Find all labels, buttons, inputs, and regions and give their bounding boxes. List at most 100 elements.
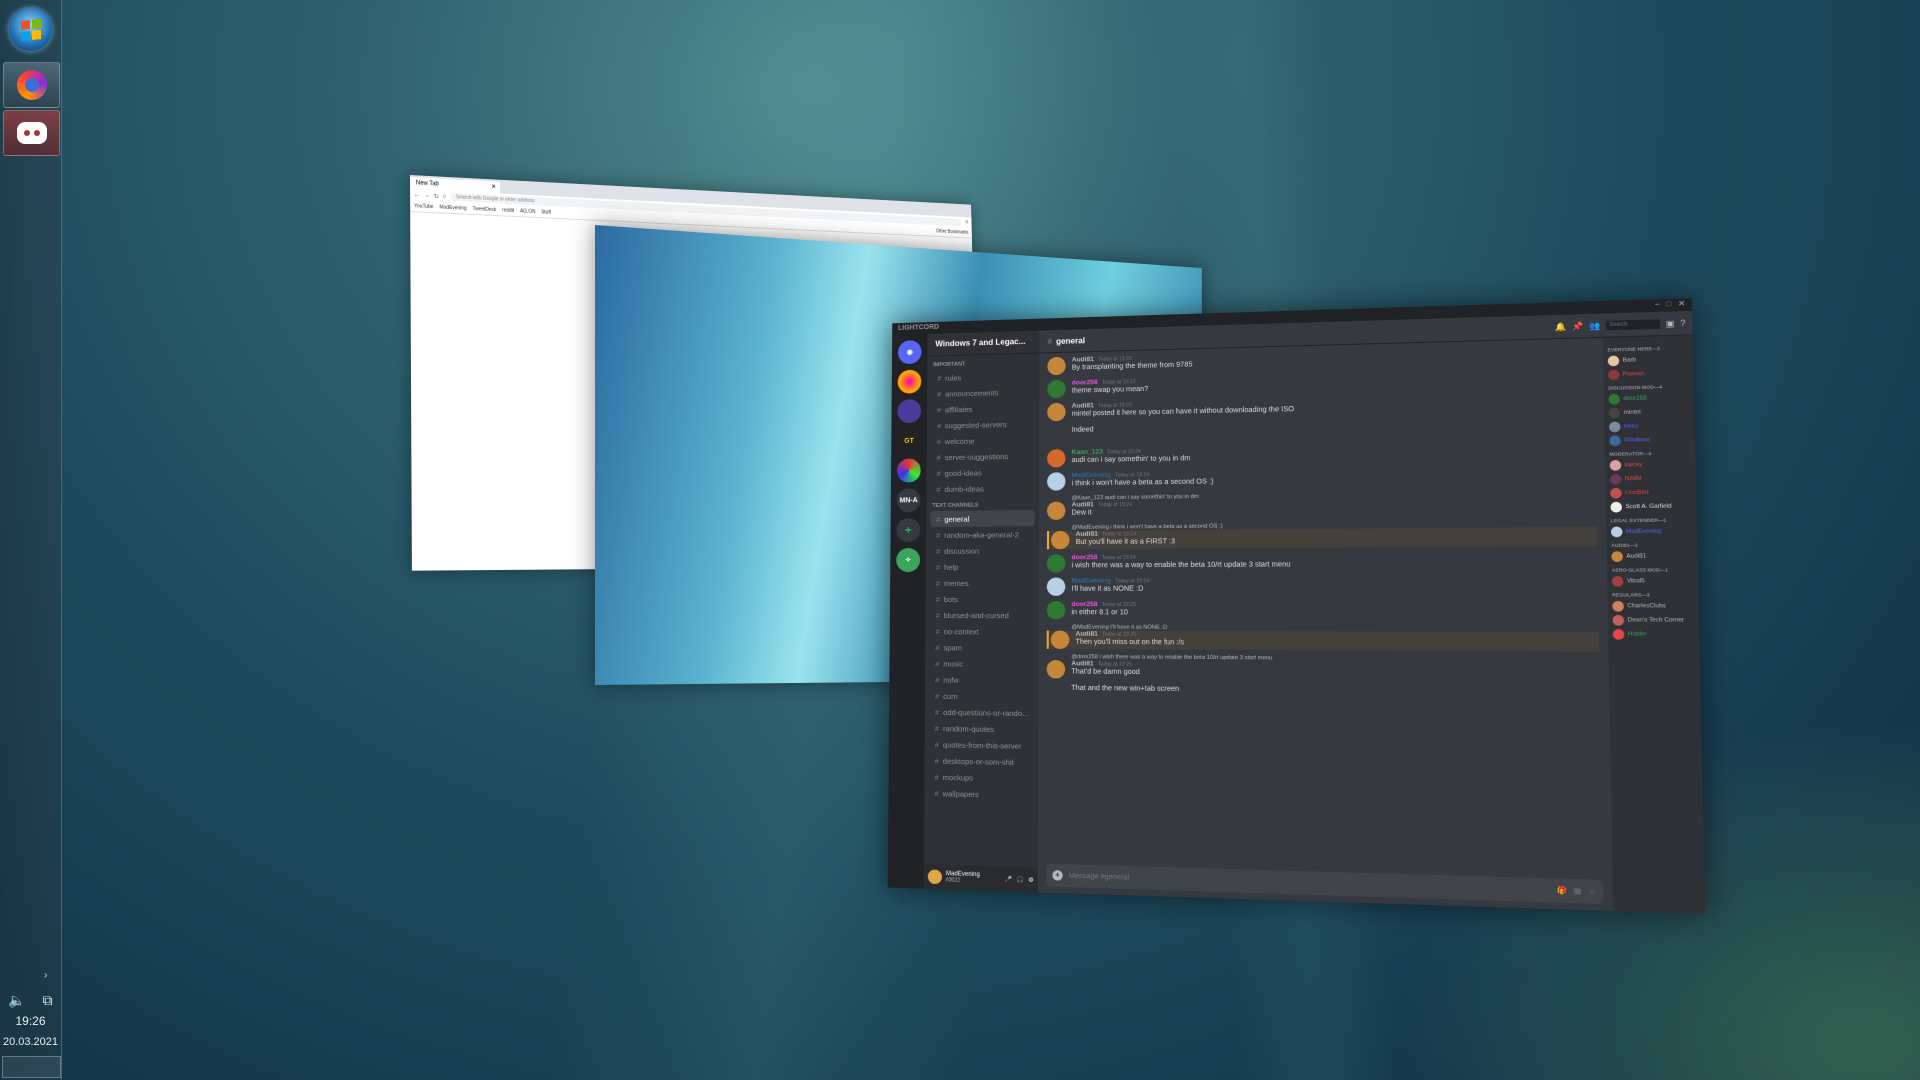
member-item[interactable]: Vitral5	[1611, 576, 1694, 587]
avatar[interactable]	[1046, 600, 1066, 620]
member-item[interactable]: LionBird	[1610, 487, 1691, 499]
clock-time[interactable]: 19:26	[0, 1014, 61, 1028]
channel-spam[interactable]: # spam	[925, 639, 1038, 656]
member-item[interactable]: Barb	[1607, 354, 1689, 367]
server-icon[interactable]: GT	[897, 428, 921, 453]
member-item[interactable]: MadEvening	[1610, 526, 1693, 538]
message-author[interactable]: MadEvening	[1072, 472, 1111, 480]
avatar[interactable]	[1047, 472, 1066, 491]
avatar[interactable]	[1047, 449, 1066, 468]
message-author[interactable]: Audi81	[1071, 660, 1093, 667]
message-author[interactable]: door258	[1072, 379, 1098, 387]
member-item[interactable]: Scott A. Garfield	[1610, 501, 1691, 513]
explore-servers-icon[interactable]: ✧	[896, 548, 921, 573]
emoji-icon[interactable]: ☺	[1588, 888, 1603, 896]
show-desktop-button[interactable]	[2, 1056, 61, 1078]
search-input[interactable]: Search	[1605, 318, 1661, 330]
gif-icon[interactable]: ▦	[1574, 887, 1582, 896]
member-item[interactable]: Audi81	[1611, 551, 1693, 563]
back-icon[interactable]: ←	[414, 192, 420, 198]
server-icon[interactable]	[896, 458, 921, 483]
taskbar-discord-button[interactable]	[3, 110, 60, 156]
member-item[interactable]: Holder	[1612, 628, 1695, 640]
message-author[interactable]: Audi81	[1072, 356, 1094, 364]
channel-discussion[interactable]: # discussion	[926, 542, 1039, 559]
attach-plus-icon[interactable]: +	[1052, 870, 1063, 881]
taskbar-firefox-button[interactable]	[3, 62, 60, 108]
member-item[interactable]: Dean's Tech Corner	[1612, 614, 1694, 626]
notification-bell-icon[interactable]: 🔔	[1555, 322, 1566, 332]
channel-welcome[interactable]: # welcome	[927, 431, 1039, 449]
message-author[interactable]: door258	[1071, 554, 1097, 561]
message[interactable]: MadEvening Today at 19:24 i think i won't …	[1047, 465, 1596, 491]
member-item[interactable]: CharlesClubs	[1612, 600, 1694, 612]
message-author[interactable]: Audi81	[1076, 531, 1098, 538]
channel-general[interactable]: # general	[930, 509, 1035, 527]
channel-random-quotes[interactable]: # random-quotes	[925, 720, 1039, 738]
tray-expand-icon[interactable]: ›	[44, 970, 47, 981]
avatar[interactable]	[1047, 402, 1066, 422]
volume-icon[interactable]: 🔈	[8, 992, 25, 1009]
gift-icon[interactable]: 🎁	[1557, 886, 1567, 895]
add-server-icon[interactable]: +	[896, 518, 921, 543]
bookmark-item[interactable]: AG.ON	[520, 208, 535, 215]
message-author[interactable]: door258	[1071, 601, 1097, 608]
network-icon[interactable]: ⧉	[43, 992, 53, 1009]
member-item[interactable]: door258	[1608, 392, 1689, 405]
server-icon[interactable]	[897, 369, 922, 394]
message-author[interactable]: Audi81	[1076, 631, 1098, 638]
channel-nsfw[interactable]: # nsfw	[925, 671, 1038, 688]
bookmark-item[interactable]: TweetDeck	[472, 206, 496, 213]
home-icon[interactable]: ⌂	[443, 194, 447, 200]
channel-server-suggestions[interactable]: # server-suggestions	[927, 448, 1039, 466]
avatar[interactable]	[1050, 630, 1070, 649]
menu-icon[interactable]: ≡	[965, 220, 968, 226]
channel-blursed-and-cursed[interactable]: # blursed-and-cursed	[926, 607, 1039, 623]
avatar[interactable]	[1046, 660, 1066, 679]
close-icon[interactable]: ✕	[1678, 298, 1685, 311]
message[interactable]: That and the new win+tab screen	[1047, 684, 1601, 709]
bookmark-item[interactable]: Stuff	[541, 209, 551, 215]
avatar[interactable]	[1051, 530, 1070, 550]
message[interactable]: Audi81 Today at 19:25 Then you'll miss out…	[1046, 630, 1600, 652]
avatar[interactable]	[1047, 501, 1066, 520]
channel-wallpapers[interactable]: # wallpapers	[924, 785, 1038, 804]
message-author[interactable]: Audi81	[1072, 501, 1094, 508]
maximize-icon[interactable]: □	[1666, 299, 1671, 312]
help-icon[interactable]: ?	[1680, 318, 1685, 328]
member-item[interactable]: Windows	[1609, 434, 1690, 447]
reload-icon[interactable]: ↻	[434, 193, 439, 200]
channel-quotes-from-this-server[interactable]: # quotes-from-this-server	[925, 736, 1039, 754]
message-input[interactable]: Message #general	[1069, 872, 1129, 881]
message[interactable]: MadEvening Today at 19:24 I'll have it as …	[1046, 576, 1598, 596]
server-icon[interactable]	[897, 399, 922, 424]
channel-help[interactable]: # help	[926, 558, 1039, 575]
server-name[interactable]: Windows 7 and Legac...	[927, 330, 1040, 357]
avatar[interactable]	[1046, 554, 1066, 573]
discord-home-icon[interactable]: ◉	[897, 340, 922, 365]
inbox-icon[interactable]: ▣	[1666, 318, 1675, 328]
channel-dumb-ideas[interactable]: # dumb-ideas	[926, 480, 1039, 497]
discord-window[interactable]: LIGHTCORD – □ ✕ ◉ GT MN-A + ✧ Windows 7 …	[887, 298, 1706, 914]
clock-date[interactable]: 20.03.2021	[0, 1036, 61, 1048]
member-item[interactable]: kaicey	[1609, 459, 1691, 471]
channel-odd-questions-or-rando-[interactable]: # odd-questions-or-rando...	[925, 704, 1038, 722]
avatar[interactable]	[1047, 356, 1066, 376]
pin-icon[interactable]: 📌	[1572, 321, 1583, 331]
forward-icon[interactable]: →	[424, 193, 430, 199]
channel-cum[interactable]: # cum	[925, 687, 1038, 704]
settings-gear-icon[interactable]: ⚙	[1028, 876, 1038, 884]
avatar[interactable]	[1047, 379, 1066, 399]
avatar[interactable]	[927, 869, 942, 885]
members-icon[interactable]: 👥	[1589, 320, 1601, 330]
channel-good-ideas[interactable]: # good-ideas	[927, 464, 1039, 482]
message[interactable]: Indeed	[1047, 416, 1595, 445]
deafen-icon[interactable]: 🎧	[1016, 876, 1024, 883]
other-bookmarks[interactable]: Other Bookmarks	[936, 229, 969, 236]
member-item[interactable]: Pasoan	[1607, 368, 1689, 381]
category-text-channels[interactable]: Text Channels	[926, 496, 1039, 511]
minimize-icon[interactable]: –	[1655, 299, 1660, 312]
avatar[interactable]	[1046, 577, 1066, 596]
bookmark-item[interactable]: YouTube	[414, 203, 433, 210]
mute-icon[interactable]: 🎤	[1005, 875, 1013, 882]
